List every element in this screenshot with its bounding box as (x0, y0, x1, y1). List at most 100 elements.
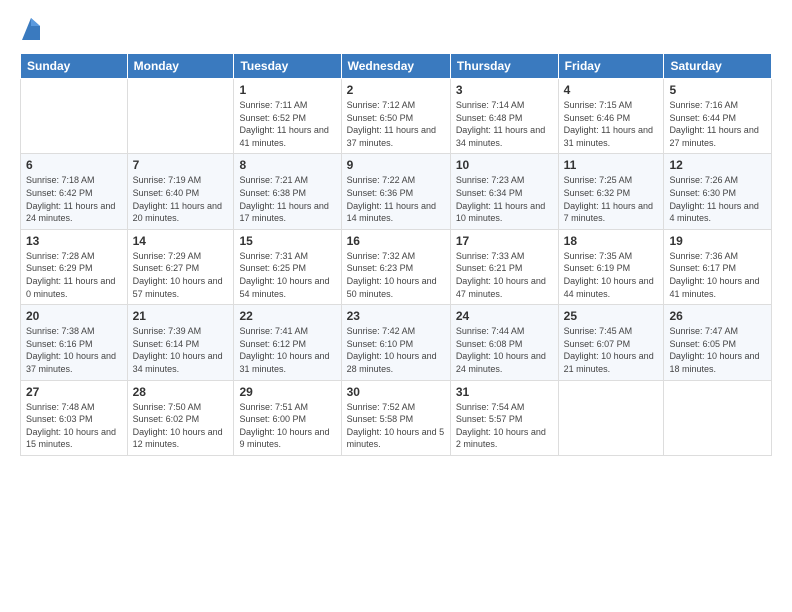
calendar-cell: 7 Sunrise: 7:19 AM Sunset: 6:40 PM Daylig… (127, 154, 234, 229)
weekday-header-tuesday: Tuesday (234, 54, 341, 79)
day-number: 25 (564, 309, 659, 323)
day-info: Sunrise: 7:39 AM Sunset: 6:14 PM Dayligh… (133, 325, 229, 375)
day-info: Sunrise: 7:19 AM Sunset: 6:40 PM Dayligh… (133, 174, 229, 224)
day-number: 21 (133, 309, 229, 323)
day-number: 12 (669, 158, 766, 172)
calendar-cell: 29Sunrise: 7:51 AM Sunset: 6:00 PM Dayli… (234, 380, 341, 455)
day-number: 16 (347, 234, 445, 248)
calendar-cell: 15 Sunrise: 7:31 AM Sunset: 6:25 PM Dayli… (234, 229, 341, 304)
day-number: 26 (669, 309, 766, 323)
day-number: 13 (26, 234, 122, 248)
calendar-cell: 20Sunrise: 7:38 AM Sunset: 6:16 PM Dayli… (21, 305, 128, 380)
day-info: Sunrise: 7:28 AM Sunset: 6:29 PM Dayligh… (26, 250, 122, 300)
day-number: 23 (347, 309, 445, 323)
day-info: Sunrise: 7:32 AM Sunset: 6:23 PM Dayligh… (347, 250, 445, 300)
weekday-header-saturday: Saturday (664, 54, 772, 79)
calendar-week-5: 27 Sunrise: 7:48 AM Sunset: 6:03 PM Dayli… (21, 380, 772, 455)
weekday-header-monday: Monday (127, 54, 234, 79)
calendar-cell: 21 Sunrise: 7:39 AM Sunset: 6:14 PM Dayli… (127, 305, 234, 380)
day-info: Sunrise: 7:36 AM Sunset: 6:17 PM Dayligh… (669, 250, 766, 300)
calendar-week-2: 6 Sunrise: 7:18 AM Sunset: 6:42 PM Daylig… (21, 154, 772, 229)
day-number: 27 (26, 385, 122, 399)
day-number: 4 (564, 83, 659, 97)
day-info: Sunrise: 7:48 AM Sunset: 6:03 PM Dayligh… (26, 401, 122, 451)
day-info: Sunrise: 7:11 AM Sunset: 6:52 PM Dayligh… (239, 99, 335, 149)
day-number: 6 (26, 158, 122, 172)
header (20, 16, 772, 45)
page: SundayMondayTuesdayWednesdayThursdayFrid… (0, 0, 792, 476)
calendar-cell (127, 79, 234, 154)
day-number: 15 (239, 234, 335, 248)
calendar-cell: 4 Sunrise: 7:15 AM Sunset: 6:46 PM Daylig… (558, 79, 664, 154)
day-number: 3 (456, 83, 553, 97)
calendar-cell: 8 Sunrise: 7:21 AM Sunset: 6:38 PM Daylig… (234, 154, 341, 229)
calendar-cell: 2Sunrise: 7:12 AM Sunset: 6:50 PM Daylig… (341, 79, 450, 154)
day-info: Sunrise: 7:41 AM Sunset: 6:12 PM Dayligh… (239, 325, 335, 375)
calendar-cell (664, 380, 772, 455)
day-number: 22 (239, 309, 335, 323)
weekday-header-wednesday: Wednesday (341, 54, 450, 79)
calendar-week-1: 1Sunrise: 7:11 AM Sunset: 6:52 PM Daylig… (21, 79, 772, 154)
calendar-cell: 19 Sunrise: 7:36 AM Sunset: 6:17 PM Dayli… (664, 229, 772, 304)
day-info: Sunrise: 7:22 AM Sunset: 6:36 PM Dayligh… (347, 174, 445, 224)
calendar-cell: 17 Sunrise: 7:33 AM Sunset: 6:21 PM Dayli… (450, 229, 558, 304)
weekday-header-sunday: Sunday (21, 54, 128, 79)
calendar-cell: 3Sunrise: 7:14 AM Sunset: 6:48 PM Daylig… (450, 79, 558, 154)
day-number: 7 (133, 158, 229, 172)
day-number: 10 (456, 158, 553, 172)
day-info: Sunrise: 7:52 AM Sunset: 5:58 PM Dayligh… (347, 401, 445, 451)
day-info: Sunrise: 7:16 AM Sunset: 6:44 PM Dayligh… (669, 99, 766, 149)
day-number: 2 (347, 83, 445, 97)
calendar-cell: 30Sunrise: 7:52 AM Sunset: 5:58 PM Dayli… (341, 380, 450, 455)
day-number: 5 (669, 83, 766, 97)
calendar-cell: 16 Sunrise: 7:32 AM Sunset: 6:23 PM Dayli… (341, 229, 450, 304)
day-number: 8 (239, 158, 335, 172)
calendar-week-4: 20Sunrise: 7:38 AM Sunset: 6:16 PM Dayli… (21, 305, 772, 380)
day-number: 14 (133, 234, 229, 248)
calendar-cell (21, 79, 128, 154)
calendar-cell: 13 Sunrise: 7:28 AM Sunset: 6:29 PM Dayli… (21, 229, 128, 304)
logo-icon (22, 18, 40, 40)
day-info: Sunrise: 7:21 AM Sunset: 6:38 PM Dayligh… (239, 174, 335, 224)
calendar-cell: 11 Sunrise: 7:25 AM Sunset: 6:32 PM Dayli… (558, 154, 664, 229)
calendar-table: SundayMondayTuesdayWednesdayThursdayFrid… (20, 53, 772, 456)
day-number: 19 (669, 234, 766, 248)
calendar-cell: 27 Sunrise: 7:48 AM Sunset: 6:03 PM Dayli… (21, 380, 128, 455)
calendar-header-row: SundayMondayTuesdayWednesdayThursdayFrid… (21, 54, 772, 79)
day-info: Sunrise: 7:18 AM Sunset: 6:42 PM Dayligh… (26, 174, 122, 224)
weekday-header-thursday: Thursday (450, 54, 558, 79)
calendar-cell: 24Sunrise: 7:44 AM Sunset: 6:08 PM Dayli… (450, 305, 558, 380)
calendar-cell: 25Sunrise: 7:45 AM Sunset: 6:07 PM Dayli… (558, 305, 664, 380)
calendar-cell: 28Sunrise: 7:50 AM Sunset: 6:02 PM Dayli… (127, 380, 234, 455)
calendar-cell: 9Sunrise: 7:22 AM Sunset: 6:36 PM Daylig… (341, 154, 450, 229)
calendar-cell: 1Sunrise: 7:11 AM Sunset: 6:52 PM Daylig… (234, 79, 341, 154)
calendar-cell (558, 380, 664, 455)
calendar-cell: 31 Sunrise: 7:54 AM Sunset: 5:57 PM Dayli… (450, 380, 558, 455)
calendar-cell: 14Sunrise: 7:29 AM Sunset: 6:27 PM Dayli… (127, 229, 234, 304)
day-info: Sunrise: 7:33 AM Sunset: 6:21 PM Dayligh… (456, 250, 553, 300)
day-info: Sunrise: 7:47 AM Sunset: 6:05 PM Dayligh… (669, 325, 766, 375)
day-info: Sunrise: 7:35 AM Sunset: 6:19 PM Dayligh… (564, 250, 659, 300)
day-info: Sunrise: 7:51 AM Sunset: 6:00 PM Dayligh… (239, 401, 335, 451)
calendar-cell: 5 Sunrise: 7:16 AM Sunset: 6:44 PM Daylig… (664, 79, 772, 154)
day-number: 17 (456, 234, 553, 248)
day-info: Sunrise: 7:50 AM Sunset: 6:02 PM Dayligh… (133, 401, 229, 451)
calendar-cell: 22 Sunrise: 7:41 AM Sunset: 6:12 PM Dayli… (234, 305, 341, 380)
calendar-cell: 18 Sunrise: 7:35 AM Sunset: 6:19 PM Dayli… (558, 229, 664, 304)
calendar-week-3: 13 Sunrise: 7:28 AM Sunset: 6:29 PM Dayli… (21, 229, 772, 304)
calendar-cell: 6 Sunrise: 7:18 AM Sunset: 6:42 PM Daylig… (21, 154, 128, 229)
day-number: 11 (564, 158, 659, 172)
day-info: Sunrise: 7:15 AM Sunset: 6:46 PM Dayligh… (564, 99, 659, 149)
day-info: Sunrise: 7:54 AM Sunset: 5:57 PM Dayligh… (456, 401, 553, 451)
day-info: Sunrise: 7:42 AM Sunset: 6:10 PM Dayligh… (347, 325, 445, 375)
day-number: 18 (564, 234, 659, 248)
day-info: Sunrise: 7:38 AM Sunset: 6:16 PM Dayligh… (26, 325, 122, 375)
day-number: 31 (456, 385, 553, 399)
logo (20, 20, 40, 45)
day-info: Sunrise: 7:25 AM Sunset: 6:32 PM Dayligh… (564, 174, 659, 224)
calendar-cell: 12 Sunrise: 7:26 AM Sunset: 6:30 PM Dayli… (664, 154, 772, 229)
day-info: Sunrise: 7:26 AM Sunset: 6:30 PM Dayligh… (669, 174, 766, 224)
weekday-header-friday: Friday (558, 54, 664, 79)
calendar-cell: 23 Sunrise: 7:42 AM Sunset: 6:10 PM Dayli… (341, 305, 450, 380)
day-info: Sunrise: 7:31 AM Sunset: 6:25 PM Dayligh… (239, 250, 335, 300)
